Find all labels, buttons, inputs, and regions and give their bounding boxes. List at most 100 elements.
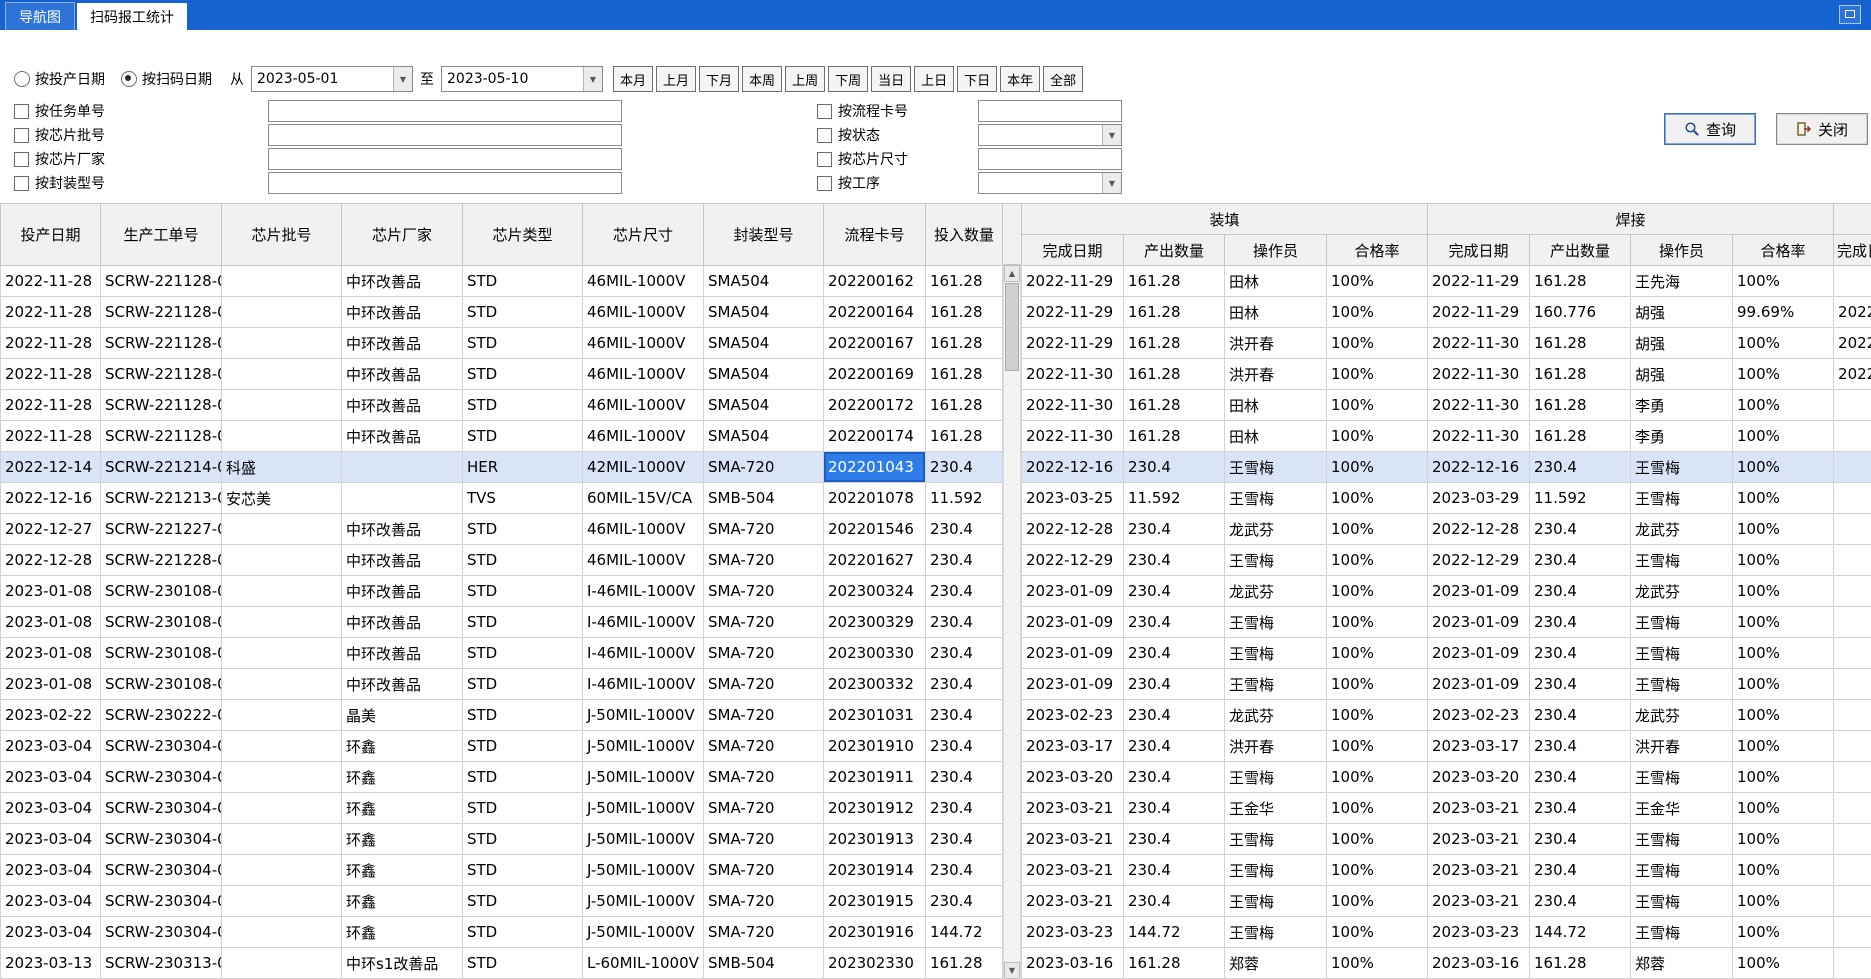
cell[interactable]: 161.28 xyxy=(1124,328,1225,359)
cell[interactable]: 2023-03-04 xyxy=(1,731,101,762)
cell[interactable]: 230.4 xyxy=(926,607,1003,638)
scroll-up-button[interactable]: ▲ xyxy=(1004,265,1020,282)
cell[interactable] xyxy=(1834,886,1871,917)
cell[interactable] xyxy=(1834,948,1871,979)
cell[interactable]: 环鑫 xyxy=(342,762,463,793)
cell[interactable]: 2022-11-29 xyxy=(1022,297,1124,328)
column-header-chip-type[interactable]: 芯片类型 xyxy=(463,204,583,266)
cell[interactable]: I-46MIL-1000V xyxy=(583,576,704,607)
cell[interactable]: 100% xyxy=(1327,545,1428,576)
cell[interactable]: 230.4 xyxy=(1530,886,1631,917)
cell[interactable]: 161.28 xyxy=(1530,948,1631,979)
cell[interactable]: 龙武芬 xyxy=(1631,514,1733,545)
chip-vendor-input[interactable] xyxy=(268,148,622,170)
cell[interactable]: 161.28 xyxy=(1124,421,1225,452)
cell[interactable]: 2022-11-29 xyxy=(1022,266,1124,297)
cell[interactable]: SMA504 xyxy=(704,359,824,390)
table-row[interactable]: 2023-03-20230.4王雪梅100%2023-03-20230.4王雪梅… xyxy=(1022,762,1871,793)
table-row[interactable]: 2022-11-28SCRW-221128-040中环改善品STD46MIL-1… xyxy=(1,359,1003,390)
cell[interactable] xyxy=(1834,390,1871,421)
cell[interactable]: 2023-03-04 xyxy=(1,855,101,886)
cell[interactable]: SCRW-221228-053 xyxy=(101,545,222,576)
cell[interactable] xyxy=(342,452,463,483)
cell[interactable]: STD xyxy=(463,793,583,824)
cell[interactable]: 202302330 xyxy=(824,948,926,979)
cell[interactable]: 2023-03-13 xyxy=(1,948,101,979)
table-row[interactable]: 2023-03-04SCRW-230304-019环鑫STDJ-50MIL-10… xyxy=(1,855,1003,886)
table-row[interactable]: 2022-12-16230.4王雪梅100%2022-12-16230.4王雪梅… xyxy=(1022,452,1871,483)
cell[interactable]: 161.28 xyxy=(1124,297,1225,328)
cell[interactable]: 2023-01-09 xyxy=(1428,669,1530,700)
cell[interactable]: 100% xyxy=(1733,359,1834,390)
cell[interactable]: 2023-01-09 xyxy=(1428,638,1530,669)
date-from-picker[interactable]: 2023-05-01 ▼ xyxy=(251,66,413,92)
cell[interactable]: J-50MIL-1000V xyxy=(583,855,704,886)
cell[interactable]: 2022- xyxy=(1834,328,1871,359)
cell[interactable]: 王雪梅 xyxy=(1631,669,1733,700)
cell[interactable]: 230.4 xyxy=(1124,700,1225,731)
cell[interactable]: SMA504 xyxy=(704,421,824,452)
cell[interactable]: 王雪梅 xyxy=(1631,483,1733,514)
cell[interactable]: 161.28 xyxy=(1530,266,1631,297)
cell[interactable] xyxy=(1834,917,1871,948)
cell[interactable]: 2022-12-28 xyxy=(1,545,101,576)
column-header-chip-size[interactable]: 芯片尺寸 xyxy=(583,204,704,266)
cell[interactable]: SCRW-230304-019 xyxy=(101,731,222,762)
table-row[interactable]: 2022-11-28SCRW-221128-040中环改善品STD46MIL-1… xyxy=(1,421,1003,452)
cell[interactable]: SCRW-221128-040 xyxy=(101,421,222,452)
radio-by-produce-date[interactable]: 按投产日期 xyxy=(14,69,105,89)
cell[interactable]: SCRW-230108-002 xyxy=(101,638,222,669)
quick-all-button[interactable]: 全部 xyxy=(1043,66,1083,92)
table-row[interactable]: 2023-03-21230.4王金华100%2023-03-21230.4王金华… xyxy=(1022,793,1871,824)
cell[interactable]: STD xyxy=(463,669,583,700)
cell[interactable]: 中环改善品 xyxy=(342,576,463,607)
cell[interactable]: STD xyxy=(463,731,583,762)
cell[interactable]: 2022-11-29 xyxy=(1428,266,1530,297)
cell[interactable]: 100% xyxy=(1327,762,1428,793)
cell[interactable]: 46MIL-1000V xyxy=(583,359,704,390)
cell[interactable]: STD xyxy=(463,638,583,669)
cell[interactable]: 202300332 xyxy=(824,669,926,700)
cell[interactable] xyxy=(222,390,342,421)
cell[interactable]: 100% xyxy=(1327,266,1428,297)
cell[interactable]: 王雪梅 xyxy=(1631,545,1733,576)
cell[interactable]: 202301913 xyxy=(824,824,926,855)
cell[interactable]: 王雪梅 xyxy=(1225,886,1327,917)
cell[interactable]: 王雪梅 xyxy=(1631,886,1733,917)
cell[interactable]: STD xyxy=(463,607,583,638)
quick-next-month-button[interactable]: 下月 xyxy=(699,66,739,92)
cell[interactable]: 2023-03-23 xyxy=(1428,917,1530,948)
cell[interactable]: SMA-720 xyxy=(704,917,824,948)
cell[interactable]: 王雪梅 xyxy=(1225,824,1327,855)
cell[interactable]: 100% xyxy=(1327,328,1428,359)
cell[interactable]: 田林 xyxy=(1225,297,1327,328)
cell[interactable] xyxy=(222,328,342,359)
cell[interactable]: 230.4 xyxy=(926,731,1003,762)
cell[interactable]: 田林 xyxy=(1225,421,1327,452)
cell[interactable]: 161.28 xyxy=(926,390,1003,421)
cell[interactable]: 2022-11-28 xyxy=(1,328,101,359)
cell[interactable]: 2023-02-23 xyxy=(1428,700,1530,731)
cell[interactable]: SCRW-230108-002 xyxy=(101,669,222,700)
table-row[interactable]: 2022-11-28SCRW-221128-040中环改善品STD46MIL-1… xyxy=(1,390,1003,421)
cell[interactable]: 230.4 xyxy=(926,514,1003,545)
cell[interactable]: 王金华 xyxy=(1225,793,1327,824)
cell[interactable]: 2023-01-08 xyxy=(1,638,101,669)
column-header-weld-finish-date[interactable]: 完成日期 xyxy=(1428,235,1530,266)
cell[interactable]: 龙武芬 xyxy=(1225,576,1327,607)
cell[interactable]: 2023-03-21 xyxy=(1428,793,1530,824)
scroll-down-button[interactable]: ▼ xyxy=(1004,962,1020,979)
table-row[interactable]: 2022-11-28SCRW-221128-040中环改善品STD46MIL-1… xyxy=(1,328,1003,359)
cell[interactable]: 郑蓉 xyxy=(1225,948,1327,979)
cell[interactable]: 60MIL-15V/CA xyxy=(583,483,704,514)
table-row[interactable]: 2023-01-09230.4王雪梅100%2023-01-09230.4王雪梅… xyxy=(1022,607,1871,638)
cell[interactable]: 2023-03-21 xyxy=(1428,855,1530,886)
checkbox-chip-size[interactable]: 按芯片尺寸 xyxy=(817,148,908,170)
column-header-overflow[interactable]: 完成日期 xyxy=(1834,235,1871,266)
cell[interactable]: 230.4 xyxy=(926,669,1003,700)
cell[interactable]: 2022-12-29 xyxy=(1428,545,1530,576)
column-header-fill-finish-date[interactable]: 完成日期 xyxy=(1022,235,1124,266)
cell[interactable]: 161.28 xyxy=(1124,948,1225,979)
cell[interactable]: 2023-02-23 xyxy=(1022,700,1124,731)
cell[interactable]: 230.4 xyxy=(1124,793,1225,824)
